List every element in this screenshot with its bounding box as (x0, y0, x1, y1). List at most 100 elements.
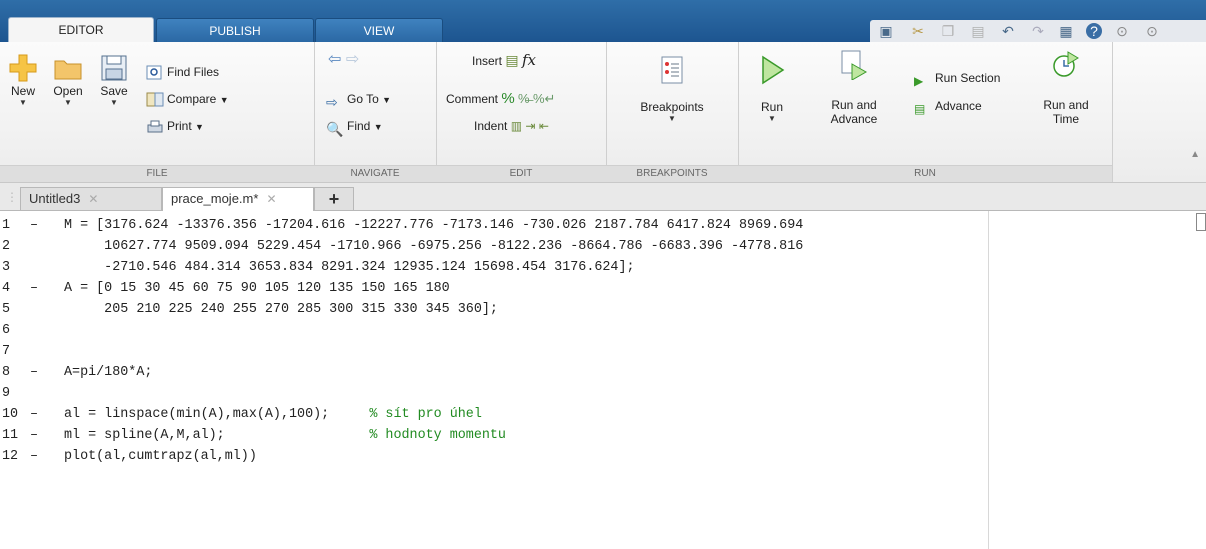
back-arrow-icon[interactable]: ⇦ (328, 51, 341, 68)
edit-group: Insert ▤ fx Comment % %̶ %↵ Indent ▥ ⇥ ⇤… (436, 42, 607, 182)
run-and-advance-button[interactable]: Run and Advance (822, 48, 886, 126)
line-number: 12 (2, 449, 19, 464)
back-forward-buttons[interactable]: ⇦ ⇨ (328, 50, 359, 70)
code-statement: A = [0 15 30 45 60 75 90 105 120 135 150… (64, 281, 450, 296)
smart-indent-icon[interactable]: ▥ (511, 119, 522, 133)
insert-icon: ▤ (505, 52, 519, 68)
minimize-ribbon-icon[interactable]: ⊙ (1114, 23, 1130, 39)
run-and-time-button[interactable]: Run and Time (1036, 48, 1096, 126)
code-line[interactable]: 6 (0, 320, 1206, 341)
code-statement: M = [3176.624 -13376.356 -17204.616 -122… (64, 218, 804, 233)
tab-prace-moje[interactable]: prace_moje.m* ✕ (162, 187, 314, 211)
fx-icon[interactable]: fx (522, 51, 536, 69)
line-number: 2 (2, 239, 11, 254)
forward-arrow-icon[interactable]: ⇨ (346, 51, 359, 68)
find-button[interactable]: 🔍 Find ▼ (326, 116, 383, 137)
copy-icon[interactable]: ❐ (940, 23, 956, 39)
find-label: Find (347, 119, 371, 133)
breakpoint-marker[interactable]: – (30, 362, 38, 383)
code-line[interactable]: 8 – A=pi/180*A; (0, 362, 1206, 383)
close-icon[interactable]: ✕ (266, 192, 276, 206)
code-text: -2710.546 484.314 3653.834 8291.324 1293… (64, 257, 634, 278)
paste-icon[interactable]: ▤ (970, 23, 986, 39)
options-icon[interactable]: ⊙ (1144, 23, 1160, 39)
code-text: A=pi/180*A; (64, 362, 152, 383)
code-line[interactable]: 3 -2710.546 484.314 3653.834 8291.324 12… (0, 257, 1206, 278)
breakpoint-marker[interactable]: – (30, 446, 38, 467)
find-files-button[interactable]: Find Files (146, 62, 219, 82)
code-text: al = linspace(min(A),max(A),100); % sít … (64, 404, 482, 425)
play-icon (762, 55, 785, 85)
increase-indent-icon[interactable]: ⇥ (525, 119, 535, 133)
uncomment-icon[interactable]: %̶ (518, 91, 530, 106)
chevron-down-icon: ▼ (373, 122, 383, 132)
line-number: 9 (2, 386, 11, 401)
run-section-label: Run Section (935, 71, 1001, 85)
compare-label: Compare (167, 92, 217, 106)
insert-button[interactable]: Insert ▤ fx (472, 50, 536, 70)
run-section-button[interactable]: ▶ Run Section (914, 68, 1000, 88)
open-button[interactable]: Open ▼ (48, 52, 88, 108)
code-editor[interactable]: 1 – M = [3176.624 -13376.356 -17204.616 -1… (0, 211, 1206, 549)
indent-label: Indent (474, 119, 508, 133)
breakpoints-label: Breakpoints (640, 100, 704, 114)
new-tab-button[interactable]: + (314, 187, 354, 210)
chevron-down-icon: ▼ (195, 122, 204, 132)
wrap-comments-icon[interactable]: %↵ (533, 91, 555, 106)
open-folder-icon (54, 60, 82, 80)
switch-windows-icon[interactable]: ▦ (1058, 23, 1074, 39)
chevron-down-icon: ▼ (382, 95, 392, 105)
tab-publish[interactable]: PUBLISH (156, 18, 314, 43)
cut-icon[interactable]: ✂ (910, 23, 926, 39)
run-button[interactable]: Run ▼ (750, 54, 794, 124)
vertical-scrollbar[interactable] (1196, 213, 1206, 231)
line-number: 10 (2, 407, 19, 422)
line-number: 3 (2, 260, 11, 275)
grip-icon: ⋮ (6, 190, 18, 204)
breakpoints-icon (661, 56, 683, 84)
indent-button[interactable]: Indent ▥ ⇥ ⇤ (474, 116, 549, 136)
code-line[interactable]: 10– al = linspace(min(A),max(A),100); % s… (0, 404, 1206, 425)
line-number: 5 (2, 302, 11, 317)
tab-editor[interactable]: EDITOR (8, 17, 154, 44)
close-icon[interactable]: ✕ (88, 192, 98, 206)
breakpoint-marker[interactable]: – (30, 404, 38, 425)
breakpoint-marker[interactable]: – (30, 215, 38, 236)
comment-button[interactable]: Comment % %̶ %↵ (446, 89, 555, 109)
code-line[interactable]: 2 10627.774 9509.094 5229.454 -1710.966 … (0, 236, 1206, 257)
breakpoints-group-label: BREAKPOINTS (606, 165, 738, 182)
code-line[interactable]: 11– ml = spline(A,M,al); % hodnoty moment… (0, 425, 1206, 446)
print-label: Print (167, 119, 192, 133)
save-icon[interactable]: ▣ (878, 23, 894, 39)
breakpoint-marker[interactable]: – (30, 278, 38, 299)
code-line[interactable]: 12– plot(al,cumtrapz(al,ml)) (0, 446, 1206, 467)
run-and-time-icon (1053, 51, 1079, 77)
help-icon[interactable]: ? (1086, 23, 1102, 39)
decrease-indent-icon[interactable]: ⇤ (539, 119, 549, 133)
breakpoint-marker[interactable]: – (30, 425, 38, 446)
new-label: New (10, 84, 35, 98)
tab-untitled3[interactable]: Untitled3 ✕ (20, 187, 162, 210)
save-button[interactable]: Save ▼ (94, 52, 134, 108)
code-line[interactable]: 5 205 210 225 240 255 270 285 300 315 33… (0, 299, 1206, 320)
redo-icon[interactable]: ↷ (1030, 23, 1046, 39)
advance-label: Advance (935, 99, 982, 113)
undo-icon[interactable]: ↶ (1000, 23, 1016, 39)
code-comment: % hodnoty momentu (369, 428, 506, 443)
advance-icon: ▤ (914, 101, 926, 116)
code-line[interactable]: 9 (0, 383, 1206, 404)
line-number: 1 (2, 218, 11, 233)
new-button[interactable]: New ▼ (4, 52, 42, 108)
code-line[interactable]: 1 – M = [3176.624 -13376.356 -17204.616 -1… (0, 215, 1206, 236)
code-line[interactable]: 7 (0, 341, 1206, 362)
run-and-advance-icon (841, 50, 868, 80)
breakpoints-button[interactable]: Breakpoints ▼ (622, 54, 722, 124)
collapse-ribbon-icon[interactable]: ▲ (1190, 149, 1200, 160)
tab-view[interactable]: VIEW (315, 18, 443, 43)
goto-button[interactable]: ⇨ Go To ▼ (326, 89, 392, 110)
print-button[interactable]: Print ▼ (146, 116, 204, 136)
advance-button[interactable]: ▤ Advance (914, 96, 982, 116)
compare-button[interactable]: Compare ▼ (146, 89, 229, 109)
find-files-label: Find Files (167, 65, 220, 79)
code-line[interactable]: 4 – A = [0 15 30 45 60 75 90 105 120 135 1… (0, 278, 1206, 299)
